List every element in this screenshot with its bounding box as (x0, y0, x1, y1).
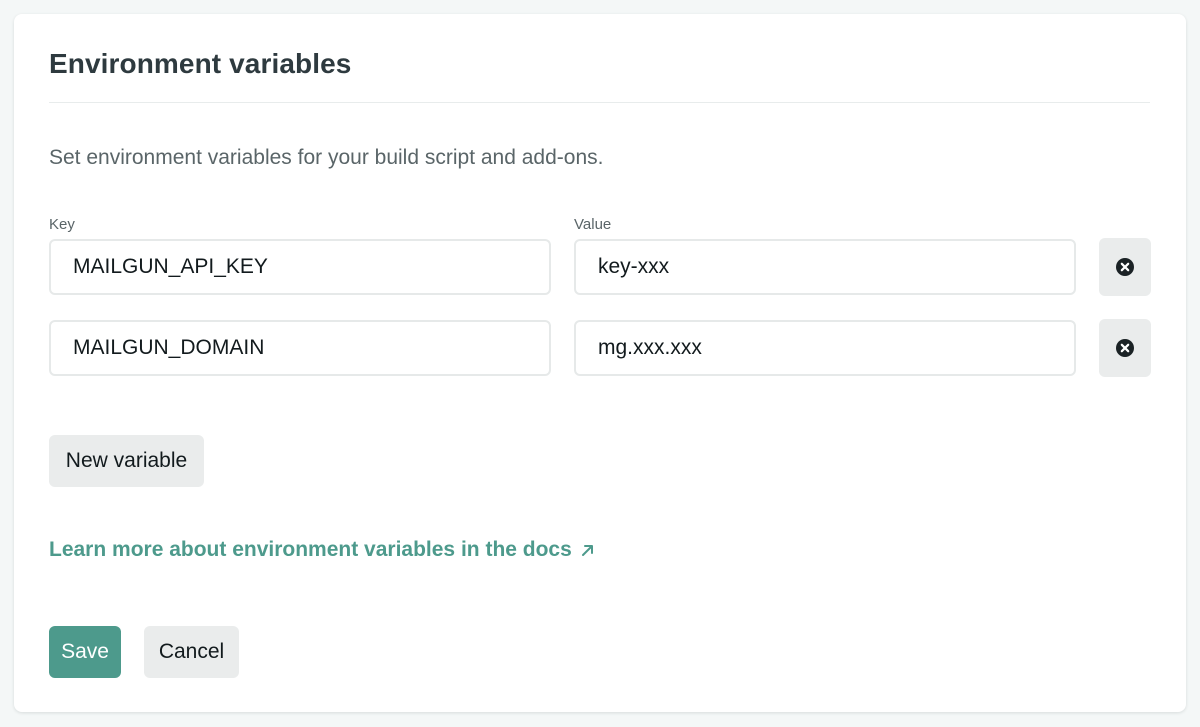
key-column-label: Key (49, 216, 75, 233)
close-circle-icon (1116, 339, 1134, 357)
close-circle-icon (1116, 258, 1134, 276)
panel-description: Set environment variables for your build… (49, 146, 604, 169)
value-column-label: Value (574, 216, 612, 233)
docs-link[interactable]: Learn more about environment variables i… (49, 538, 594, 562)
save-button[interactable]: Save (49, 626, 121, 678)
cancel-button[interactable]: Cancel (144, 626, 239, 678)
panel-title: Environment variables (49, 48, 352, 79)
variable-key-input[interactable] (49, 320, 551, 376)
remove-variable-button[interactable] (1099, 319, 1151, 377)
variable-value-input[interactable] (574, 239, 1076, 295)
variable-key-input[interactable] (49, 239, 551, 295)
arrow-up-right-icon (581, 544, 593, 556)
remove-variable-button[interactable] (1099, 238, 1151, 296)
env-variables-panel: Environment variables Set environment va… (14, 14, 1186, 712)
docs-link-label: Learn more about environment variables i… (49, 538, 572, 561)
new-variable-button[interactable]: New variable (49, 435, 204, 487)
title-divider (49, 102, 1150, 103)
variable-value-input[interactable] (574, 320, 1076, 376)
